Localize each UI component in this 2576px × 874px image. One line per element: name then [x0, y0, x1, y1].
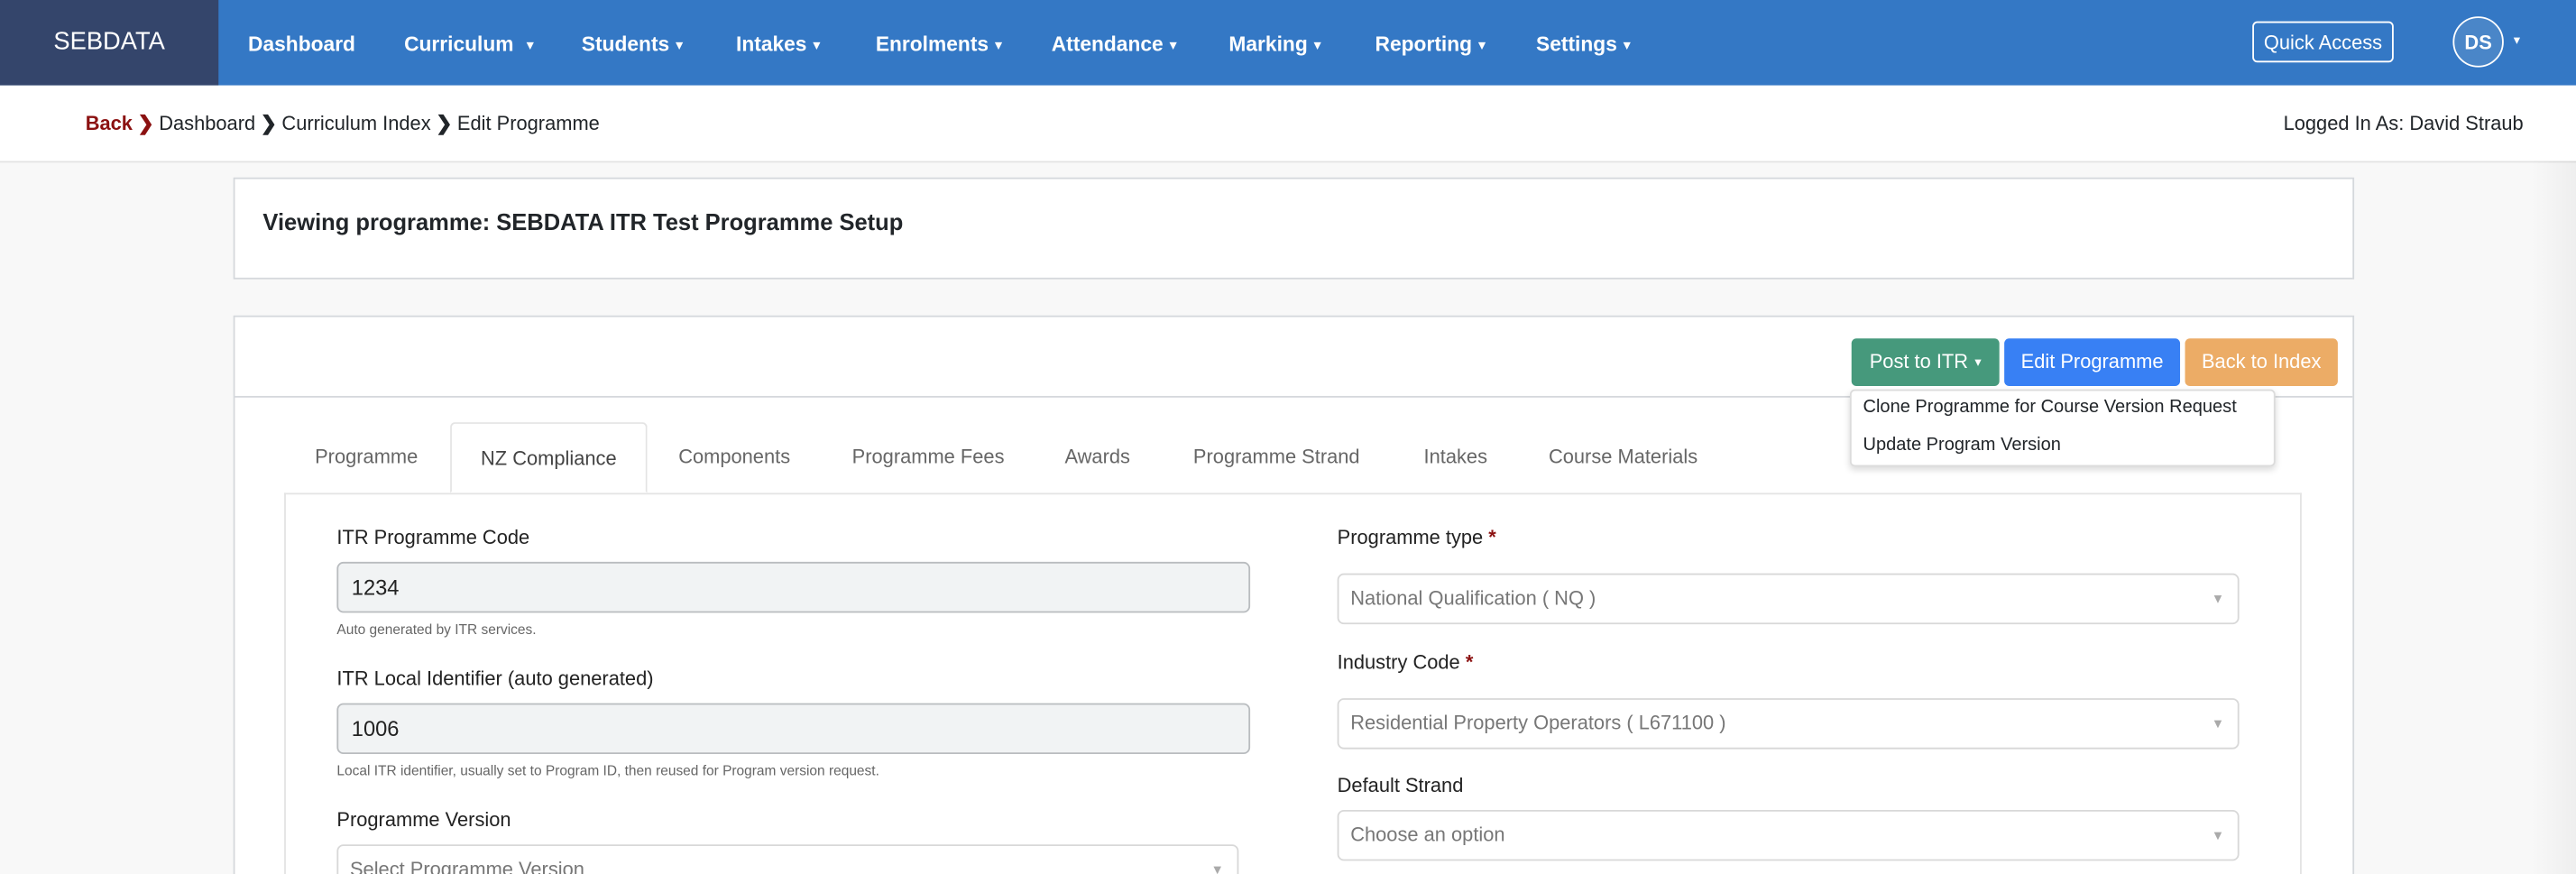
nav-label: Attendance	[1051, 32, 1164, 56]
tab-programme[interactable]: Programme	[296, 422, 437, 492]
nav-label: Intakes	[736, 32, 807, 56]
tab-intakes[interactable]: Intakes	[1404, 422, 1506, 492]
programme-type-select[interactable]: National Qualification ( NQ ) ▼	[1337, 573, 2240, 625]
nav-label: Curriculum	[404, 32, 514, 56]
chevron-down-icon: ▼	[1210, 862, 1224, 874]
user-avatar[interactable]: DS	[2452, 16, 2504, 68]
chevron-down-icon: ▾	[1624, 37, 1631, 53]
tab-course-materials[interactable]: Course Materials	[1528, 422, 1718, 492]
nav-label: Marking	[1228, 32, 1308, 56]
select-value: Residential Property Operators ( L671100…	[1350, 711, 1726, 735]
label-text: Programme type	[1337, 525, 1484, 549]
label-text: Industry Code	[1337, 650, 1460, 674]
select-placeholder: Choose an option	[1350, 823, 1505, 847]
default-strand-label: Default Strand	[1337, 773, 1464, 797]
chevron-down-icon: ▾	[1170, 37, 1177, 53]
chevron-right-icon: ❯	[260, 111, 277, 135]
industry-code-select[interactable]: Residential Property Operators ( L671100…	[1337, 698, 2240, 750]
itr-local-label: ITR Local Identifier (auto generated)	[336, 667, 654, 691]
itr-code-field[interactable]: 1234	[336, 561, 1251, 613]
itr-local-field[interactable]: 1006	[336, 703, 1251, 755]
default-strand-select[interactable]: Choose an option ▼	[1337, 809, 2240, 861]
programme-version-label: Programme Version	[336, 808, 511, 832]
nav-label: Enrolments	[875, 32, 989, 56]
required-asterisk: *	[1465, 650, 1474, 674]
itr-local-help: Local ITR identifier, usually set to Pro…	[336, 762, 879, 779]
chevron-down-icon: ▼	[2211, 591, 2225, 607]
post-to-itr-menu: Clone Programme for Course Version Reque…	[1849, 389, 2276, 467]
nav-reporting[interactable]: Reporting ▾	[1375, 0, 1486, 86]
required-asterisk: *	[1488, 525, 1496, 549]
nav-marking[interactable]: Marking ▾	[1228, 0, 1320, 86]
nav-label: Reporting	[1375, 32, 1473, 56]
tab-programme-strand[interactable]: Programme Strand	[1173, 422, 1381, 492]
nav-attendance[interactable]: Attendance ▾	[1052, 0, 1177, 86]
chevron-down-icon: ▾	[676, 37, 683, 53]
chevron-down-icon: ▼	[2211, 828, 2225, 843]
tab-awards[interactable]: Awards	[1048, 422, 1146, 492]
quick-access-button[interactable]: Quick Access	[2252, 21, 2394, 63]
tab-components[interactable]: Components	[660, 422, 808, 492]
itr-code-label: ITR Programme Code	[336, 525, 530, 549]
back-to-index-button[interactable]: Back to Index	[2185, 338, 2338, 387]
industry-code-label: Industry Code *	[1338, 650, 1474, 674]
scroll-shadow	[2530, 161, 2576, 874]
nav-dashboard[interactable]: Dashboard	[248, 0, 355, 86]
chevron-down-icon: ▾	[527, 37, 534, 53]
chevron-right-icon: ❯	[137, 111, 154, 135]
tab-programme-fees[interactable]: Programme Fees	[830, 422, 1027, 492]
chevron-down-icon: ▾	[1314, 37, 1321, 53]
post-to-itr-button[interactable]: Post to ITR ▾	[1851, 338, 2000, 387]
select-placeholder: Select Programme Version	[349, 857, 584, 874]
menu-item-update-program-version[interactable]: Update Program Version	[1863, 436, 2061, 455]
nav-settings[interactable]: Settings ▾	[1536, 0, 1630, 86]
breadcrumb-edit-programme: Edit Programme	[456, 111, 600, 135]
logged-in-user: Logged In As: David Straub	[2283, 111, 2524, 135]
brand-logo[interactable]: SEBDATA	[0, 0, 219, 86]
nav-label: Students	[581, 32, 670, 56]
chevron-down-icon: ▾	[995, 37, 1002, 53]
breadcrumb-dashboard[interactable]: Dashboard	[159, 112, 255, 135]
chevron-down-icon: ▾	[813, 37, 821, 53]
menu-item-clone-programme[interactable]: Clone Programme for Course Version Reque…	[1863, 398, 2237, 418]
edit-programme-button[interactable]: Edit Programme	[2004, 338, 2181, 387]
nav-label: Settings	[1536, 32, 1617, 56]
page-title: Viewing programme: SEBDATA ITR Test Prog…	[262, 208, 904, 235]
tab-nz-compliance[interactable]: NZ Compliance	[450, 422, 648, 493]
nav-curriculum[interactable]: Curriculum ▾	[404, 0, 533, 86]
chevron-down-icon: ▾	[1974, 354, 1982, 370]
chevron-right-icon: ❯	[436, 111, 453, 135]
programme-version-select[interactable]: Select Programme Version ▼	[336, 844, 1239, 874]
itr-code-help: Auto generated by ITR services.	[336, 621, 537, 638]
breadcrumb: Back ❯ Dashboard ❯ Curriculum Index ❯ Edit Pro…	[86, 112, 600, 135]
nav-students[interactable]: Students ▾	[582, 0, 683, 86]
select-value: National Qualification ( NQ )	[1350, 586, 1596, 610]
chevron-down-icon: ▾	[1478, 37, 1486, 53]
back-link[interactable]: Back	[86, 112, 133, 135]
chevron-down-icon: ▼	[2211, 716, 2225, 731]
button-label: Post to ITR	[1869, 349, 1969, 373]
programme-type-label: Programme type *	[1338, 526, 1496, 549]
breadcrumb-curriculum-index[interactable]: Curriculum Index	[281, 112, 430, 135]
nav-enrolments[interactable]: Enrolments ▾	[876, 0, 1002, 86]
chevron-down-icon[interactable]: ▾	[2514, 32, 2520, 47]
nav-label: Dashboard	[248, 32, 355, 56]
nav-intakes[interactable]: Intakes ▾	[736, 0, 820, 86]
